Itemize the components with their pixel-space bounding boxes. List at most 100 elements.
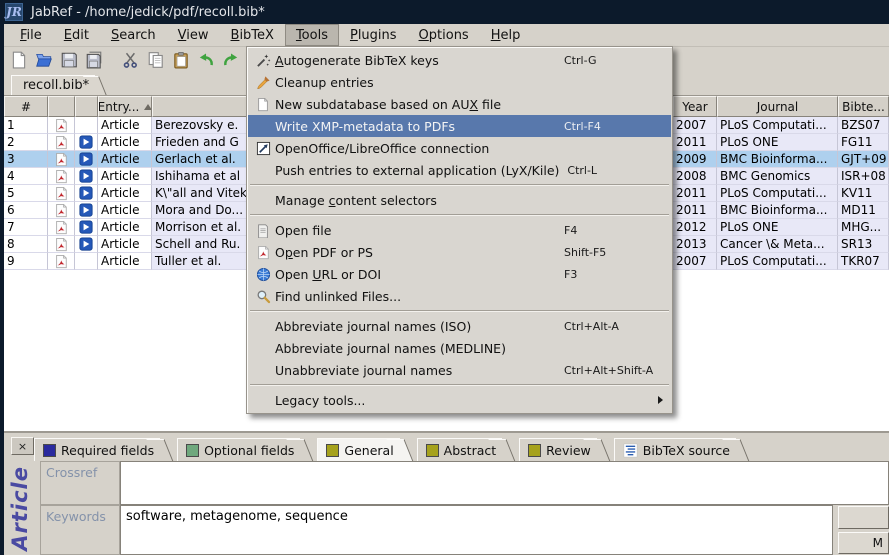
field-row-crossref: Crossref (40, 461, 889, 505)
keywords-input[interactable]: software, metagenome, sequence (120, 505, 833, 555)
column-header-bibte[interactable]: Bibte... (838, 96, 889, 117)
menu-item-new-subdatabase-based-on-aux-file[interactable]: New subdatabase based on AUX file (248, 93, 671, 115)
table-cell (75, 202, 98, 219)
field-color-swatch (326, 444, 339, 457)
pdf-icon (54, 152, 68, 167)
menu-item-cleanup-entries[interactable]: Cleanup entries (248, 71, 671, 93)
table-cell: 2011 (673, 185, 717, 202)
table-cell: 4 (4, 168, 48, 185)
table-cell (75, 253, 98, 270)
menu-item-open-file[interactable]: Open fileF4 (248, 219, 671, 241)
menubar-item-tools[interactable]: Tools (285, 24, 339, 46)
new-page-icon (256, 97, 270, 112)
table-cell (48, 236, 75, 253)
column-header-journal[interactable]: Journal (717, 96, 838, 117)
menubar-item-help[interactable]: Help (480, 24, 532, 46)
table-cell: BMC Bioinforma... (717, 151, 838, 168)
tab-optional-fields[interactable]: Optional fields (177, 438, 300, 461)
table-cell: 2013 (673, 236, 717, 253)
shortcut-label: Ctrl-L (559, 164, 659, 177)
menubar-item-edit[interactable]: Edit (53, 24, 100, 46)
table-cell: Article (98, 151, 152, 168)
menubar-item-file[interactable]: File (9, 24, 53, 46)
menu-item-open-pdf-or-ps[interactable]: Open PDF or PSShift-F5 (248, 241, 671, 263)
field-extra-button[interactable] (838, 506, 889, 529)
entry-type-label: Article (8, 466, 32, 551)
title-bar[interactable]: JR JabRef - /home/jedick/pdf/recoll.bib* (0, 0, 889, 24)
table-cell: 3 (4, 151, 48, 168)
open-database-icon[interactable] (31, 49, 56, 71)
table-cell: PLoS Computati... (717, 117, 838, 134)
menu-item-write-xmp-metadata-to-pdfs[interactable]: Write XMP-metadata to PDFsCtrl-F4 (248, 115, 671, 137)
save-all-databases-icon[interactable] (81, 49, 106, 71)
database-tab-recoll[interactable]: recoll.bib* (11, 75, 95, 95)
menubar-item-options[interactable]: Options (408, 24, 480, 46)
save-database-icon[interactable] (56, 49, 81, 71)
new-database-icon[interactable] (6, 49, 31, 71)
tab-required-fields[interactable]: Required fields (34, 438, 160, 461)
close-icon: × (18, 441, 27, 452)
column-header-entry[interactable]: Entry... (98, 96, 152, 117)
menu-item-openoffice-libreoffice-connection[interactable]: OpenOffice/LibreOffice connection (248, 137, 671, 159)
table-cell: Cancer \& Meta... (717, 236, 838, 253)
table-cell: KV11 (838, 185, 889, 202)
table-cell (48, 219, 75, 236)
table-cell: PLoS Computati... (717, 185, 838, 202)
copy-icon[interactable] (143, 49, 168, 71)
jabref-window: JR JabRef - /home/jedick/pdf/recoll.bib*… (0, 0, 889, 555)
menubar-item-view[interactable]: View (167, 24, 220, 46)
window-title: JabRef - /home/jedick/pdf/recoll.bib* (31, 5, 265, 20)
redo-icon[interactable] (218, 49, 243, 71)
menu-item-autogenerate-bibtex-keys[interactable]: Autogenerate BibTeX keysCtrl-G (248, 49, 671, 71)
column-header-year[interactable]: Year (673, 96, 717, 117)
table-cell (48, 134, 75, 151)
table-cell: ISR+08 (838, 168, 889, 185)
table-cell: 2011 (673, 134, 717, 151)
undo-icon[interactable] (193, 49, 218, 71)
pdf-icon (54, 169, 68, 184)
table-cell: 8 (4, 236, 48, 253)
shortcut-label: Shift-F5 (556, 246, 656, 259)
menu-item-legacy-tools[interactable]: Legacy tools... (248, 389, 671, 411)
table-cell (48, 185, 75, 202)
field-manage-button[interactable]: M (838, 532, 889, 555)
menubar-item-search[interactable]: Search (100, 24, 167, 46)
pdf-icon (54, 254, 68, 269)
close-editor-button[interactable]: × (11, 437, 34, 455)
url-icon (79, 152, 93, 166)
tab-review[interactable]: Review (519, 438, 597, 461)
url-icon (79, 186, 93, 200)
menu-item-open-url-or-doi[interactable]: Open URL or DOIF3 (248, 263, 671, 285)
menu-separator (250, 310, 669, 312)
menu-separator (250, 384, 669, 386)
table-cell: PLoS ONE (717, 134, 838, 151)
menu-item-find-unlinked-files[interactable]: Find unlinked Files... (248, 285, 671, 307)
search-icon (256, 289, 271, 304)
tab-abstract[interactable]: Abstract (417, 438, 502, 461)
paste-icon[interactable] (168, 49, 193, 71)
tab-general[interactable]: General (317, 438, 399, 461)
menubar-item-bibtex[interactable]: BibTeX (220, 24, 285, 46)
cut-icon[interactable] (118, 49, 143, 71)
menu-item-abbreviate-journal-names-medline[interactable]: Abbreviate journal names (MEDLINE) (248, 337, 671, 359)
menu-item-unabbreviate-journal-names[interactable]: Unabbreviate journal namesCtrl+Alt+Shift… (248, 359, 671, 381)
menu-item-manage-content-selectors[interactable]: Manage content selectors (248, 189, 671, 211)
menu-item-push-entries-to-external-application-lyx-kile[interactable]: Push entries to external application (Ly… (248, 159, 671, 181)
table-cell: BMC Bioinforma... (717, 202, 838, 219)
column-header-url-column[interactable] (75, 96, 98, 117)
entry-type-strip: Article (4, 463, 36, 553)
table-cell (75, 168, 98, 185)
table-cell (75, 219, 98, 236)
table-cell: SR13 (838, 236, 889, 253)
url-icon (79, 203, 93, 217)
crossref-input[interactable] (120, 461, 889, 505)
field-color-swatch (43, 444, 56, 457)
column-header-[interactable]: # (4, 96, 48, 117)
tab-bibtex-source[interactable]: BibTeX source (614, 438, 736, 461)
column-header-pdf-column[interactable] (48, 96, 75, 117)
pdf-icon (256, 245, 270, 260)
menu-item-abbreviate-journal-names-iso[interactable]: Abbreviate journal names (ISO)Ctrl+Alt-A (248, 315, 671, 337)
menubar-item-plugins[interactable]: Plugins (339, 24, 408, 46)
table-cell (75, 185, 98, 202)
file-icon (256, 223, 270, 238)
